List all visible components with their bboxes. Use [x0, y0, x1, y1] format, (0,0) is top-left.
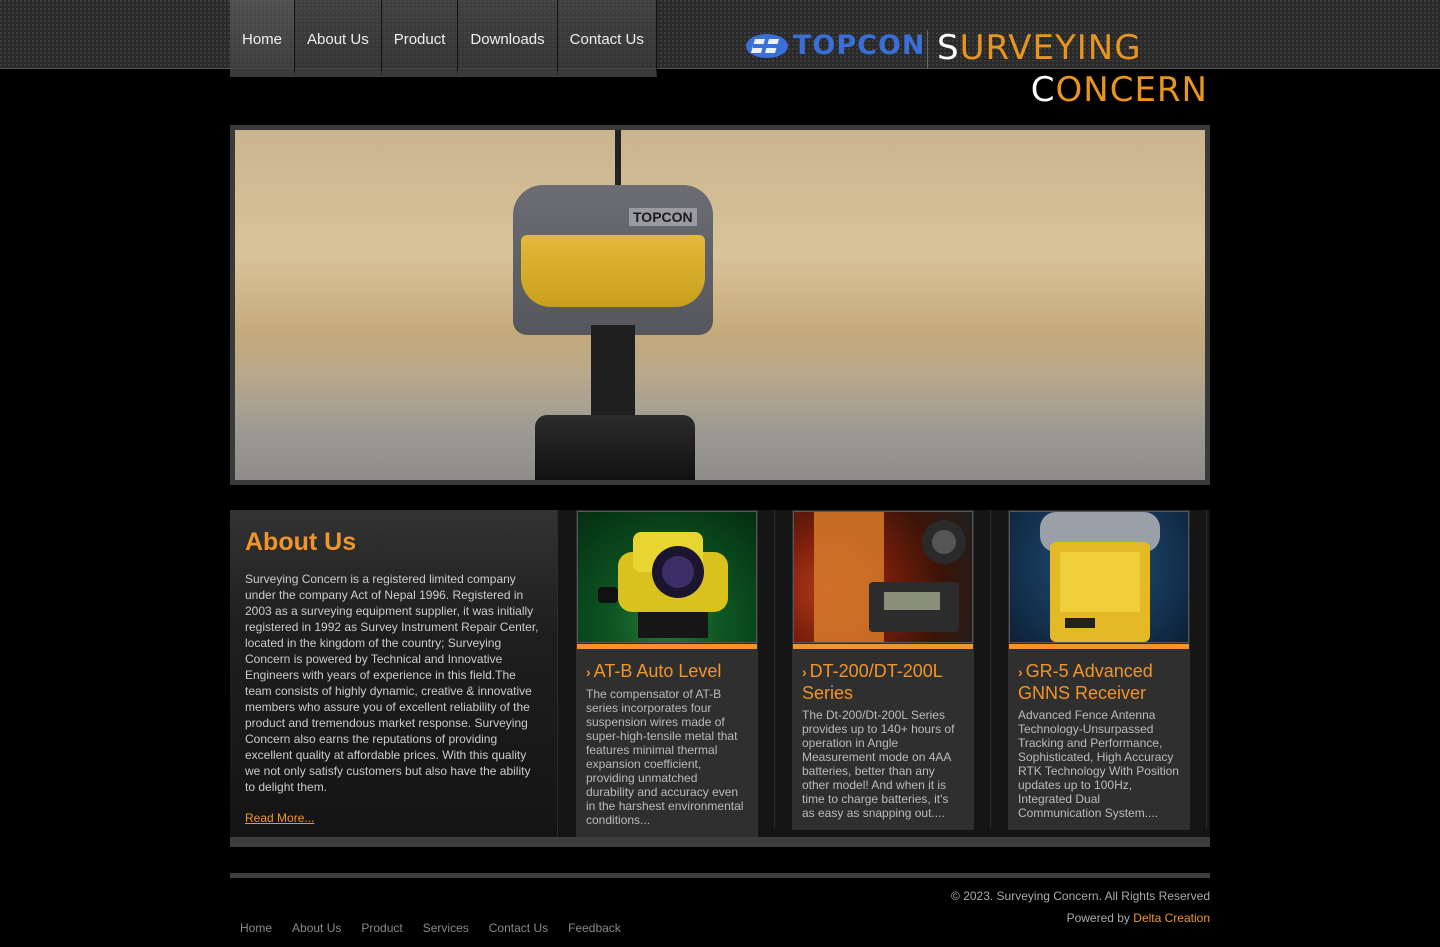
delta-creation-link[interactable]: Delta Creation — [1133, 911, 1210, 925]
product-card-gr5[interactable]: › GR-5 Advanced GNNS Receiver Advanced Fe… — [1008, 510, 1190, 830]
product-body: › GR-5 Advanced GNNS Receiver Advanced Fe… — [1008, 649, 1190, 830]
chevron-right-icon: › — [586, 664, 591, 680]
product-body: › AT-B Auto Level The compensator of AT-B… — [576, 649, 758, 837]
powered-by: Powered by Delta Creation — [1066, 911, 1210, 925]
chevron-right-icon: › — [1018, 664, 1023, 680]
logo-divider — [927, 30, 928, 68]
product-title[interactable]: › AT-B Auto Level — [586, 661, 748, 683]
footer-link-product[interactable]: Product — [361, 921, 402, 935]
footer-link-contact-us[interactable]: Contact Us — [489, 921, 548, 935]
column-divider — [990, 510, 991, 828]
auto-level-illustration — [598, 532, 728, 638]
product-title[interactable]: › DT-200/DT-200L Series — [802, 661, 964, 704]
footer-link-about-us[interactable]: About Us — [292, 921, 341, 935]
product-title[interactable]: › GR-5 Advanced GNNS Receiver — [1018, 661, 1180, 704]
nav-contact-us[interactable]: Contact Us — [557, 0, 657, 77]
device-label: TOPCON — [629, 208, 697, 226]
product-description: The Dt-200/Dt-200L Series provides up to… — [802, 708, 955, 820]
gps-receiver-photo: TOPCON — [235, 130, 1205, 480]
theodolite-image[interactable] — [793, 511, 973, 643]
topcon-logo: TOPCON — [745, 30, 926, 61]
theodolite-illustration — [814, 512, 966, 642]
about-title: About Us — [245, 528, 357, 556]
gnss-receiver-image[interactable] — [1009, 511, 1189, 643]
footer-link-home[interactable]: Home — [240, 921, 272, 935]
about-text: Surveying Concern is a registered limite… — [245, 572, 539, 794]
product-card-dt200[interactable]: › DT-200/DT-200L Series The Dt-200/Dt-200… — [792, 510, 974, 830]
column-divider — [1206, 510, 1207, 828]
logo-surveying: SURVEYING — [937, 28, 1142, 68]
footer-link-services[interactable]: Services — [423, 921, 469, 935]
nav-downloads[interactable]: Downloads — [458, 0, 558, 77]
site-logo[interactable]: TOPCON SURVEYING CONCERN — [745, 28, 1210, 110]
read-more-link[interactable]: Read More... — [245, 811, 543, 825]
about-panel: About Us Surveying Concern is a register… — [230, 510, 558, 837]
chevron-right-icon: › — [802, 664, 807, 680]
copyright-text: © 2023. Surveying Concern. All Rights Re… — [951, 889, 1210, 903]
auto-level-image[interactable] — [577, 511, 757, 643]
topcon-wordmark: TOPCON — [793, 30, 926, 61]
receiver-body — [521, 235, 705, 307]
topcon-icon — [746, 33, 788, 58]
product-description: The compensator of AT-B series incorpora… — [586, 687, 744, 827]
nav-about-us[interactable]: About Us — [295, 0, 382, 77]
column-divider — [774, 510, 775, 828]
main-nav: Home About Us Product Downloads Contact … — [230, 0, 657, 77]
product-description: Advanced Fence Antenna Technology-Unsurp… — [1018, 708, 1179, 820]
product-body: › DT-200/DT-200L Series The Dt-200/Dt-200… — [792, 649, 974, 830]
footer-link-feedback[interactable]: Feedback — [568, 921, 621, 935]
gnss-receiver-illustration — [1040, 512, 1160, 642]
nav-product[interactable]: Product — [381, 0, 459, 77]
footer-divider — [230, 873, 1210, 878]
logo-concern: CONCERN — [1030, 70, 1208, 110]
header-band — [0, 0, 1440, 69]
tribrach-base — [535, 415, 695, 480]
content-bottom-bar — [230, 837, 1210, 847]
nav-home[interactable]: Home — [230, 0, 296, 77]
product-card-atb[interactable]: › AT-B Auto Level The compensator of AT-B… — [576, 510, 758, 837]
content-section: About Us Surveying Concern is a register… — [230, 510, 1210, 847]
footer-nav: Home About Us Product Services Contact U… — [240, 921, 641, 935]
hero-banner: TOPCON — [230, 125, 1210, 485]
